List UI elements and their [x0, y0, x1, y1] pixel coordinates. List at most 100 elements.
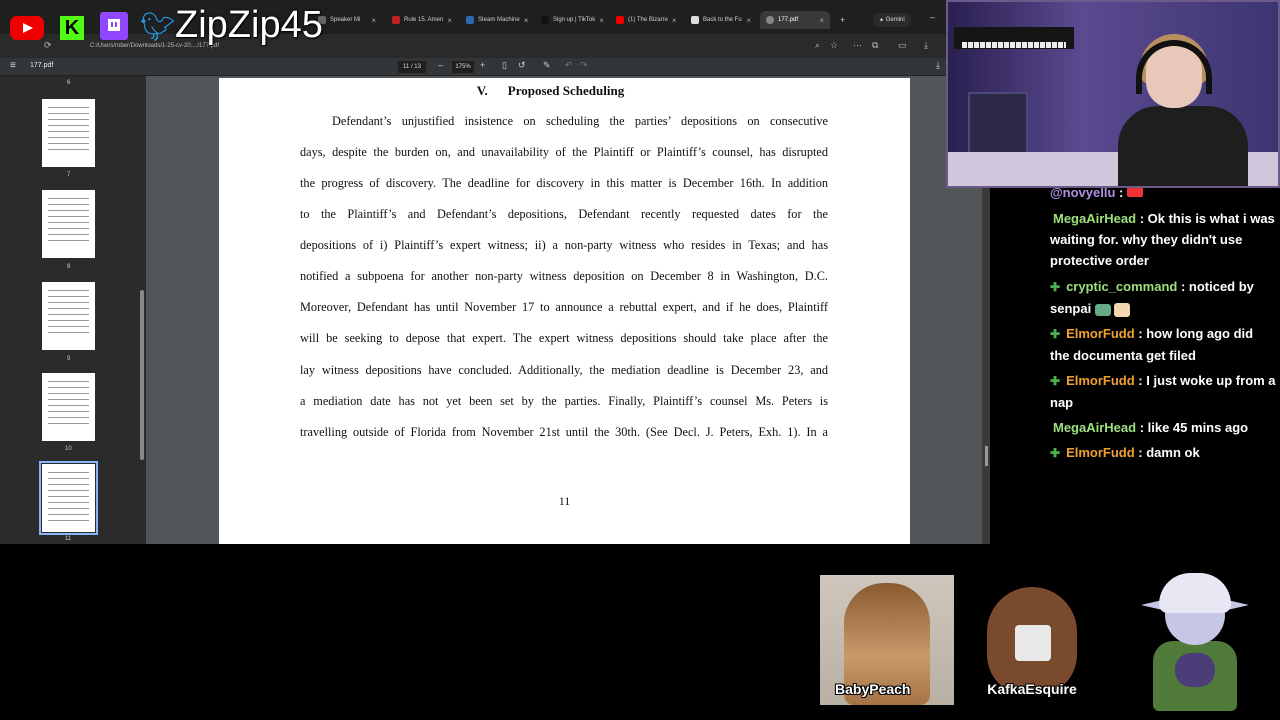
close-icon[interactable]: × [746, 16, 751, 25]
extension-icon[interactable]: ⋯ [853, 40, 862, 51]
guest-cam-kafkaesquire: KafkaEsquire [965, 575, 1099, 705]
chat-message: MegaAirHead : like 45 mins ago [1053, 420, 1249, 435]
mug-icon [1015, 625, 1051, 661]
chat-username: cryptic_command [1066, 279, 1178, 294]
pdf-page: V. Proposed Scheduling Defendant’s unjust… [219, 78, 910, 544]
body-text-line: the progress of discovery. The deadline … [300, 176, 828, 190]
tab-label: Steam Machine [478, 17, 520, 23]
sparkle-icon: ✦ [879, 17, 886, 24]
streamer-body [1118, 106, 1248, 186]
chat-text: damn ok [1146, 445, 1200, 460]
badge-icon: ✚ [1050, 280, 1061, 294]
sidebar-scrollbar-thumb[interactable] [140, 290, 144, 460]
body-text-line: to the Plaintiff’s and Defendant’s depos… [300, 207, 828, 221]
section-title: Proposed Scheduling [507, 83, 625, 98]
bookmark-star-icon[interactable]: ☆ [830, 40, 838, 51]
body-text-line: depositions of i) Plaintiff’s expert wit… [300, 238, 828, 252]
gemini-button[interactable]: ✦ Gemini [873, 13, 911, 27]
youtube-icon [10, 16, 44, 40]
close-icon[interactable]: × [371, 16, 376, 25]
tab-label: Back to the Fu [703, 17, 742, 23]
tab-steam[interactable]: Steam Machine × [460, 11, 532, 29]
piano-keys-shape [962, 42, 1066, 48]
badge-icon: ✚ [1050, 374, 1061, 388]
download-icon[interactable]: ⤓ [936, 60, 940, 71]
emote-icon [1114, 302, 1131, 317]
tab-back-to-future[interactable]: Back to the Fu × [685, 11, 757, 29]
close-icon[interactable]: × [819, 16, 824, 25]
thumbnail-number: 10 [65, 446, 72, 452]
thumbnail-number: 11 [65, 536, 72, 542]
section-number: V. [476, 83, 488, 98]
tab-rule15[interactable]: Rule 15. Amen × [386, 11, 456, 29]
elf-hair [1159, 573, 1231, 613]
cat-icon [1175, 653, 1215, 687]
tab-177-pdf[interactable]: 177.pdf × [760, 11, 830, 29]
undo-icon[interactable]: ↶ [565, 60, 573, 71]
kick-icon: K [60, 16, 84, 40]
guest-avatar-elf [1135, 565, 1255, 715]
close-icon[interactable]: × [599, 16, 604, 25]
rotate-icon[interactable]: ↺ [518, 60, 526, 71]
chat-username: ElmorFudd [1066, 445, 1135, 460]
chat-panel: @novyellu : MegaAirHead : Ok this is wha… [990, 188, 1280, 488]
twitter-bird-icon: 🐦︎ [140, 11, 176, 42]
sidebar-icon[interactable]: ▭ [898, 40, 907, 51]
viewer-scrollbar-thumb[interactable] [985, 446, 988, 466]
tab-favicon-icon [691, 16, 699, 24]
body-text-line: lay witness depositions have concluded. … [300, 363, 828, 377]
pdf-toolbar: ≡ 177.pdf 11 / 13 – 175% + ▯ ↺ ✎ ↶ ↷ ⤓ [0, 58, 990, 76]
twitch-icon [100, 12, 128, 40]
thumbnail-sidebar: 6 7 8 9 10 11 [0, 76, 140, 544]
guest-cam-babypeach: BabyPeach [820, 575, 954, 705]
chat-username: ElmorFudd [1066, 373, 1135, 388]
page-thumbnail[interactable] [42, 282, 95, 350]
close-icon[interactable]: × [524, 16, 529, 25]
minimize-icon[interactable]: – [930, 12, 935, 22]
tab-youtube[interactable]: (1) The Bizarre × [610, 11, 682, 29]
guest-name: KafkaEsquire [987, 681, 1077, 697]
tab-label: Rule 15. Amen [404, 17, 444, 23]
globe-icon [766, 16, 774, 24]
tab-label: 177.pdf [778, 17, 799, 23]
new-tab-button[interactable]: + [834, 11, 848, 29]
zoom-input[interactable]: 175% [452, 61, 474, 73]
reload-icon[interactable]: ⟳ [44, 40, 52, 51]
close-icon[interactable]: × [447, 16, 452, 25]
redo-icon[interactable]: ↷ [580, 60, 588, 71]
page-thumbnail-selected[interactable] [39, 461, 98, 535]
fit-page-icon[interactable]: ▯ [502, 60, 507, 71]
zoom-icon[interactable]: ⌕ [815, 40, 820, 51]
zoom-out-icon[interactable]: – [438, 60, 443, 70]
extensions-icon[interactable]: ⧉ [872, 40, 878, 51]
body-text-line: Moreover, Defendant has until November 1… [300, 300, 828, 314]
menu-icon[interactable]: ≡ [10, 60, 16, 71]
page-number-input[interactable]: 11 / 13 [398, 61, 426, 73]
channel-name: ZipZip45 [175, 4, 323, 46]
tab-favicon-icon [392, 16, 400, 24]
guest-name: BabyPeach [835, 681, 911, 697]
page-footer-number: 11 [558, 494, 571, 508]
chat-message: ✚ ElmorFudd : how long ago did the docume… [1050, 326, 1254, 363]
emote-icon [1094, 303, 1111, 316]
page-thumbnail[interactable] [42, 99, 95, 167]
streamer-webcam [946, 0, 1280, 188]
section-heading: V. Proposed Scheduling [219, 83, 882, 99]
thumbnail-number: 6 [67, 80, 71, 86]
tab-tiktok[interactable]: Sign up | TikTok × [535, 11, 607, 29]
emote-icon [1126, 188, 1143, 197]
stream-layout: Speaker Mi × Rule 15. Amen × Steam Machine… [0, 0, 1280, 720]
tab-favicon-icon [541, 16, 549, 24]
annotate-icon[interactable]: ✎ [543, 60, 551, 71]
body-text-line: will be seeking to depose that expert. T… [300, 331, 828, 345]
thumbnail-number: 9 [67, 356, 71, 362]
thumbnail-number: 7 [67, 172, 71, 178]
close-icon[interactable]: × [672, 16, 677, 25]
download-icon[interactable]: ⤓ [924, 40, 928, 51]
tab-label: Sign up | TikTok [553, 17, 596, 23]
page-thumbnail[interactable] [42, 373, 95, 441]
pdf-filename: 177.pdf [30, 62, 54, 69]
zoom-in-icon[interactable]: + [480, 60, 485, 70]
tab-label: (1) The Bizarre [628, 17, 668, 23]
page-thumbnail[interactable] [42, 190, 95, 258]
